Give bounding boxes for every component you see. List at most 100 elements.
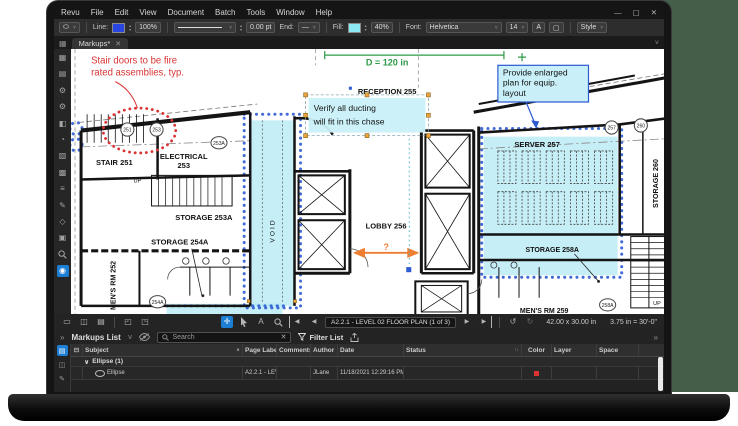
panel-collapse-icon[interactable]: » xyxy=(654,333,658,342)
rotate-cw-icon[interactable]: ↻ xyxy=(524,316,536,328)
rotate-ccw-icon[interactable]: ↺ xyxy=(507,316,519,328)
dimension-label[interactable]: D = 120 in xyxy=(366,57,409,67)
chase-highlight[interactable] xyxy=(250,120,294,306)
page-indicator[interactable]: A2.2.1 - LEVEL 02 FLOOR PLAN (1 of 3) xyxy=(325,317,456,328)
fill-color-swatch[interactable] xyxy=(348,23,361,33)
media-icon[interactable]: ▧ xyxy=(57,150,69,162)
pan-tool-icon[interactable]: ✛ xyxy=(221,316,233,328)
document-canvas[interactable]: Stair doors to be fire rated assemblies,… xyxy=(71,49,664,314)
tool-sets-icon[interactable]: ▣ xyxy=(57,232,69,244)
last-page-icon[interactable]: ▶ xyxy=(478,316,492,328)
text-style-button[interactable]: A xyxy=(532,22,545,33)
menu-edit[interactable]: Edit xyxy=(115,8,129,17)
menu-document[interactable]: Document xyxy=(168,8,204,17)
tab-markups[interactable]: Markups* ✕ xyxy=(72,38,129,49)
thumbnails-icon[interactable]: ▦ xyxy=(57,52,69,64)
zoom-tool-icon[interactable] xyxy=(272,316,284,328)
font-dropdown[interactable]: Helvetica ˅ xyxy=(426,22,502,33)
text-box-button[interactable]: ▢ xyxy=(549,22,564,33)
file-access-icon[interactable]: ▤ xyxy=(57,68,69,80)
line-end-dropdown[interactable]: — ˅ xyxy=(298,22,320,33)
red-cloud-markup[interactable] xyxy=(103,108,175,153)
line-style-dropdown[interactable]: ˅ xyxy=(174,22,236,33)
chevron-down-icon[interactable]: ˅ xyxy=(128,333,133,342)
table-scrollbar[interactable] xyxy=(658,357,663,391)
color-swatch[interactable] xyxy=(534,371,539,376)
column-status[interactable]: Status↑↓ xyxy=(404,344,522,356)
menu-revu[interactable]: Revu xyxy=(61,8,80,17)
measurements-icon[interactable]: ▩ xyxy=(57,167,69,179)
minimize-button[interactable]: — xyxy=(614,8,622,17)
line-width-value[interactable]: 0.00 pt xyxy=(246,22,275,33)
preferences-icon[interactable]: ⚙ xyxy=(57,101,69,113)
studio-icon[interactable]: ◉ xyxy=(57,265,69,277)
single-page-icon[interactable]: ▭ xyxy=(61,316,73,328)
fire-note-line2[interactable]: rated assemblies, typ. xyxy=(91,67,184,78)
multi-page-icon[interactable]: ▤ xyxy=(95,316,107,328)
fire-rating-markup[interactable]: Stair doors to be fire rated assemblies,… xyxy=(91,55,184,153)
line-color-swatch[interactable] xyxy=(112,23,125,33)
column-page-label[interactable]: Page Label xyxy=(243,344,277,356)
restore-button[interactable]: ▢ xyxy=(633,8,640,17)
fullscreen-icon[interactable]: ◳ xyxy=(139,316,151,328)
split-view-icon[interactable]: ◰ xyxy=(122,316,134,328)
profile-icon[interactable]: ◔ xyxy=(57,134,69,146)
menu-window[interactable]: Window xyxy=(276,8,304,17)
fill-opacity-value[interactable]: 40% xyxy=(371,22,393,33)
line-opacity-value[interactable]: 100% xyxy=(135,22,161,33)
select-all-checkbox[interactable]: ⊟ xyxy=(71,344,83,356)
markups-list-tab-icon[interactable]: ▤ xyxy=(57,345,68,356)
dimension-markup[interactable]: D = 120 in xyxy=(325,51,526,67)
search-box[interactable]: Search ✕ xyxy=(157,332,291,343)
column-date[interactable]: Date xyxy=(338,344,404,356)
clear-search-icon[interactable]: ✕ xyxy=(281,333,287,341)
menu-tools[interactable]: Tools xyxy=(247,8,266,17)
hide-markups-icon[interactable] xyxy=(139,333,150,341)
column-space[interactable]: Space xyxy=(597,344,639,356)
fill-opacity-stepper[interactable]: ▴▾ xyxy=(365,24,367,32)
summary-tab-icon[interactable]: ◫ xyxy=(57,359,68,370)
markups-list-icon[interactable]: ≡ xyxy=(57,183,69,195)
panel-toggle-icon[interactable]: ▦ xyxy=(59,39,67,48)
annotate-tab-icon[interactable]: ✎ xyxy=(57,373,68,384)
line-opacity-stepper[interactable]: ▴▾ xyxy=(129,24,131,32)
column-subject[interactable]: Subject∧ xyxy=(83,344,243,356)
next-page-icon[interactable]: ▶ xyxy=(461,316,473,328)
previous-page-icon[interactable]: ◀ xyxy=(308,316,320,328)
markups-list-title[interactable]: Markups List xyxy=(71,333,120,342)
export-icon[interactable] xyxy=(350,333,359,342)
menu-batch[interactable]: Batch xyxy=(215,8,235,17)
menu-help[interactable]: Help xyxy=(316,8,332,17)
column-comments[interactable]: Comments xyxy=(277,344,311,356)
search-icon[interactable] xyxy=(57,249,69,261)
panel-expand-icon[interactable]: » xyxy=(60,333,64,342)
markup-pen-icon[interactable]: ✎ xyxy=(57,200,69,212)
stamps-icon[interactable]: ◇ xyxy=(57,216,69,228)
select-tool-icon[interactable] xyxy=(238,316,250,328)
font-size-dropdown[interactable]: 14 ˅ xyxy=(506,22,529,33)
markup-tool-dropdown[interactable]: ⬭ ˅ xyxy=(59,22,80,33)
fire-note-line1[interactable]: Stair doors to be fire xyxy=(91,55,177,66)
settings-icon[interactable]: ⚙ xyxy=(57,85,69,97)
text-select-tool-icon[interactable]: A xyxy=(255,316,267,328)
column-color[interactable]: Color xyxy=(522,344,552,356)
tab-close-icon[interactable]: ✕ xyxy=(115,40,121,48)
tool-chest-icon[interactable]: ◧ xyxy=(57,118,69,130)
group-collapse-icon[interactable]: ∨ xyxy=(84,358,89,366)
menu-view[interactable]: View xyxy=(139,8,156,17)
markup-row-ellipse[interactable]: Ellipse A2.2.1 - LEVE... JLane 11/18/202… xyxy=(71,367,664,380)
close-button[interactable]: ✕ xyxy=(651,8,657,17)
menu-file[interactable]: File xyxy=(91,8,104,17)
row-checkbox[interactable] xyxy=(71,367,83,379)
equip-callout-markup[interactable]: Provide enlarged plan for equip. layout xyxy=(498,65,589,128)
line-width-stepper[interactable]: ▴▾ xyxy=(240,24,242,32)
style-dropdown[interactable]: Style ˅ xyxy=(577,22,607,33)
filter-list-button[interactable]: Filter List xyxy=(298,333,343,342)
first-page-icon[interactable]: ◀ xyxy=(289,316,303,328)
column-layer[interactable]: Layer xyxy=(552,344,597,356)
side-by-side-icon[interactable]: ◫ xyxy=(78,316,90,328)
tab-overflow-chevron-icon[interactable]: ˅ xyxy=(655,40,659,47)
column-author[interactable]: Author xyxy=(311,344,338,356)
anchor-handle[interactable] xyxy=(406,267,411,272)
group-row-ellipse[interactable]: ∨ Ellipse (1) xyxy=(71,357,664,367)
